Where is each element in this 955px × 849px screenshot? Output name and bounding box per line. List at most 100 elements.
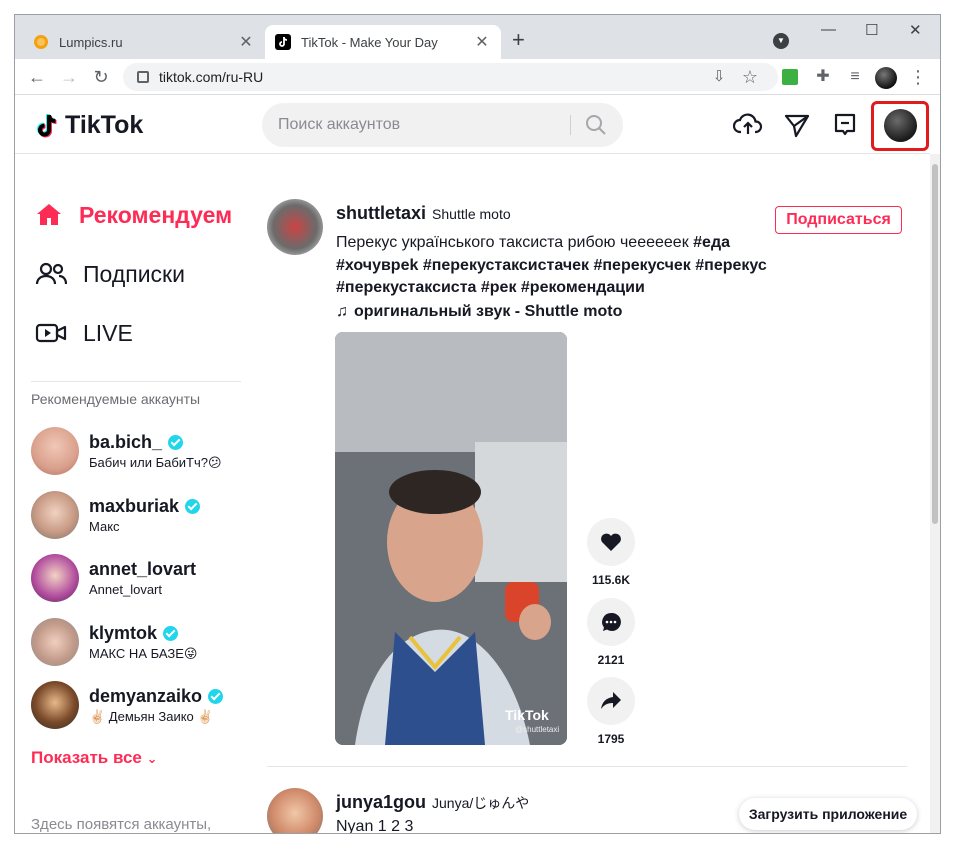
forward-arrow-icon[interactable]: → <box>57 65 81 89</box>
tiktok-logo[interactable]: TikTok <box>35 111 143 140</box>
extension-check-icon[interactable] <box>782 69 798 85</box>
close-window-button[interactable]: ✕ <box>909 21 922 39</box>
live-icon <box>35 323 67 343</box>
avatar <box>31 681 79 729</box>
comment-button[interactable] <box>587 598 635 646</box>
tiktok-header: TikTok <box>15 96 930 154</box>
lumpics-favicon-icon <box>34 35 48 49</box>
profile-avatar-highlight[interactable] <box>871 101 929 151</box>
tiktok-page: TikTok Рекомендуем Подписки <box>15 96 940 834</box>
upload-cloud-icon[interactable] <box>733 110 763 140</box>
lock-icon <box>137 71 149 83</box>
hashtags-line[interactable]: #хочувреk #перекустаксистачек #перекусче… <box>336 257 767 274</box>
search-icon[interactable] <box>584 113 608 137</box>
suggested-account[interactable]: ba.bich_ Бабич или БабиТч?😕 <box>31 427 222 475</box>
inbox-icon[interactable] <box>830 110 860 140</box>
post-display-name: Junya/じゅんや <box>432 795 530 811</box>
account-name: ✌🏻 Демьян Заико ✌🏻 <box>89 708 214 724</box>
account-handle: annet_lovart <box>89 559 197 579</box>
tab-title: TikTok - Make Your Day <box>301 34 438 50</box>
reload-icon[interactable]: ↻ <box>89 65 113 89</box>
scrollbar-thumb[interactable] <box>932 164 938 524</box>
suggested-account[interactable]: annet_lovart Annet_lovart <box>31 554 196 602</box>
nav-label: Подписки <box>83 260 185 287</box>
avatar <box>31 554 79 602</box>
chevron-down-icon: ⌄ <box>146 751 158 766</box>
post-author-avatar[interactable] <box>267 199 323 255</box>
post-display-name: Shuttle moto <box>432 206 511 222</box>
verified-badge-icon <box>185 499 201 514</box>
sidebar-divider <box>31 381 241 382</box>
account-name: Макс <box>89 519 120 534</box>
account-handle: klymtok <box>89 623 197 644</box>
account-name: Бабич или БабиТч?😕 <box>89 454 222 470</box>
post-caption: Nyan 1 2 3 <box>336 818 414 834</box>
show-all-link[interactable]: Показать все ⌄ <box>31 748 158 768</box>
back-arrow-icon[interactable]: ← <box>25 65 49 89</box>
media-control-icon[interactable]: ≡ <box>843 65 867 89</box>
suggested-account[interactable]: maxburiak Макс <box>31 491 201 539</box>
heart-icon <box>601 533 621 551</box>
suggested-account[interactable]: klymtok МАКС НА БАЗЕ😜 <box>31 618 197 666</box>
video-watermark: TikTok <box>505 707 549 723</box>
close-tab-icon[interactable]: ✕ <box>237 32 255 52</box>
browser-toolbar: ← → ↻ tiktok.com/ru-RU ⇩ ☆ ✚ ≡ ⋮ <box>15 59 940 95</box>
share-button[interactable] <box>587 677 635 725</box>
page-scrollbar[interactable] <box>930 154 940 833</box>
browser-profile-avatar[interactable] <box>875 67 897 89</box>
suggested-account[interactable]: demyanzaiko ✌🏻 Демьян Заико ✌🏻 <box>31 681 224 729</box>
account-name: МАКС НА БАЗЕ😜 <box>89 645 198 661</box>
tab-tiktok[interactable]: TikTok - Make Your Day ✕ <box>265 25 501 59</box>
tab-title: Lumpics.ru <box>59 34 123 50</box>
follow-button[interactable]: Подписаться <box>775 206 902 234</box>
tiktok-note-icon <box>37 113 57 137</box>
tab-lumpics[interactable]: Lumpics.ru ✕ <box>23 25 265 59</box>
like-count: 115.6K <box>591 573 631 587</box>
post-username[interactable]: shuttletaxi <box>336 203 426 224</box>
maximize-button[interactable]: ☐ <box>865 21 878 39</box>
minimize-button[interactable]: — <box>821 21 836 38</box>
comment-count: 2121 <box>597 653 625 667</box>
bookmark-star-icon[interactable]: ☆ <box>738 65 762 89</box>
video-frame <box>335 332 567 745</box>
nav-item-live[interactable]: LIVE <box>35 319 133 347</box>
url-text: tiktok.com/ru-RU <box>159 69 264 85</box>
video-player[interactable]: TikTok @shuttletaxi <box>335 332 567 745</box>
post-author[interactable]: junya1gou Junya/じゅんや <box>336 792 529 813</box>
new-tab-button[interactable]: + <box>512 29 525 51</box>
profile-avatar[interactable] <box>884 109 917 142</box>
search-bar <box>262 103 623 147</box>
search-input[interactable] <box>278 116 558 134</box>
verified-badge-icon <box>163 625 179 641</box>
nav-label: Рекомендуем <box>79 201 233 228</box>
download-app-button[interactable]: Загрузить приложение <box>739 798 917 830</box>
nav-item-recommended[interactable]: Рекомендуем <box>35 201 232 229</box>
video-watermark-user: @shuttletaxi <box>515 725 560 734</box>
post-author[interactable]: shuttletaxi Shuttle moto <box>336 203 511 224</box>
comment-icon <box>602 612 621 631</box>
verified-badge-icon <box>208 688 224 704</box>
browser-menu-icon[interactable]: ⋮ <box>906 65 930 89</box>
hashtags-line[interactable]: #перекустаксиста #рек #рекомендации <box>336 279 645 296</box>
nav-item-following[interactable]: Подписки <box>35 260 185 288</box>
messages-send-icon[interactable] <box>782 110 812 140</box>
close-tab-icon[interactable]: ✕ <box>473 32 491 52</box>
account-handle: maxburiak <box>89 496 201 517</box>
post-caption: Перекус українського таксиста рибою чеее… <box>336 234 767 296</box>
post-music[interactable]: ♫ оригинальный звук - Shuttle moto <box>336 303 622 321</box>
users-icon <box>35 262 67 285</box>
home-icon <box>37 204 61 225</box>
tab-search-icon[interactable]: ▼ <box>773 33 789 49</box>
like-button[interactable] <box>587 518 635 566</box>
tab-strip: Lumpics.ru ✕ TikTok - Make Your Day ✕ + … <box>15 15 940 59</box>
post-author-avatar[interactable] <box>267 788 323 833</box>
address-bar[interactable]: tiktok.com/ru-RU <box>123 63 778 91</box>
hashtag[interactable]: #еда <box>693 234 730 251</box>
account-handle: ba.bich_ <box>89 432 222 453</box>
extensions-puzzle-icon[interactable]: ✚ <box>811 65 835 89</box>
browser-window: Lumpics.ru ✕ TikTok - Make Your Day ✕ + … <box>14 14 941 834</box>
share-icon <box>601 692 621 709</box>
post-username[interactable]: junya1gou <box>336 792 426 813</box>
avatar <box>31 427 79 475</box>
install-app-icon[interactable]: ⇩ <box>707 65 731 89</box>
